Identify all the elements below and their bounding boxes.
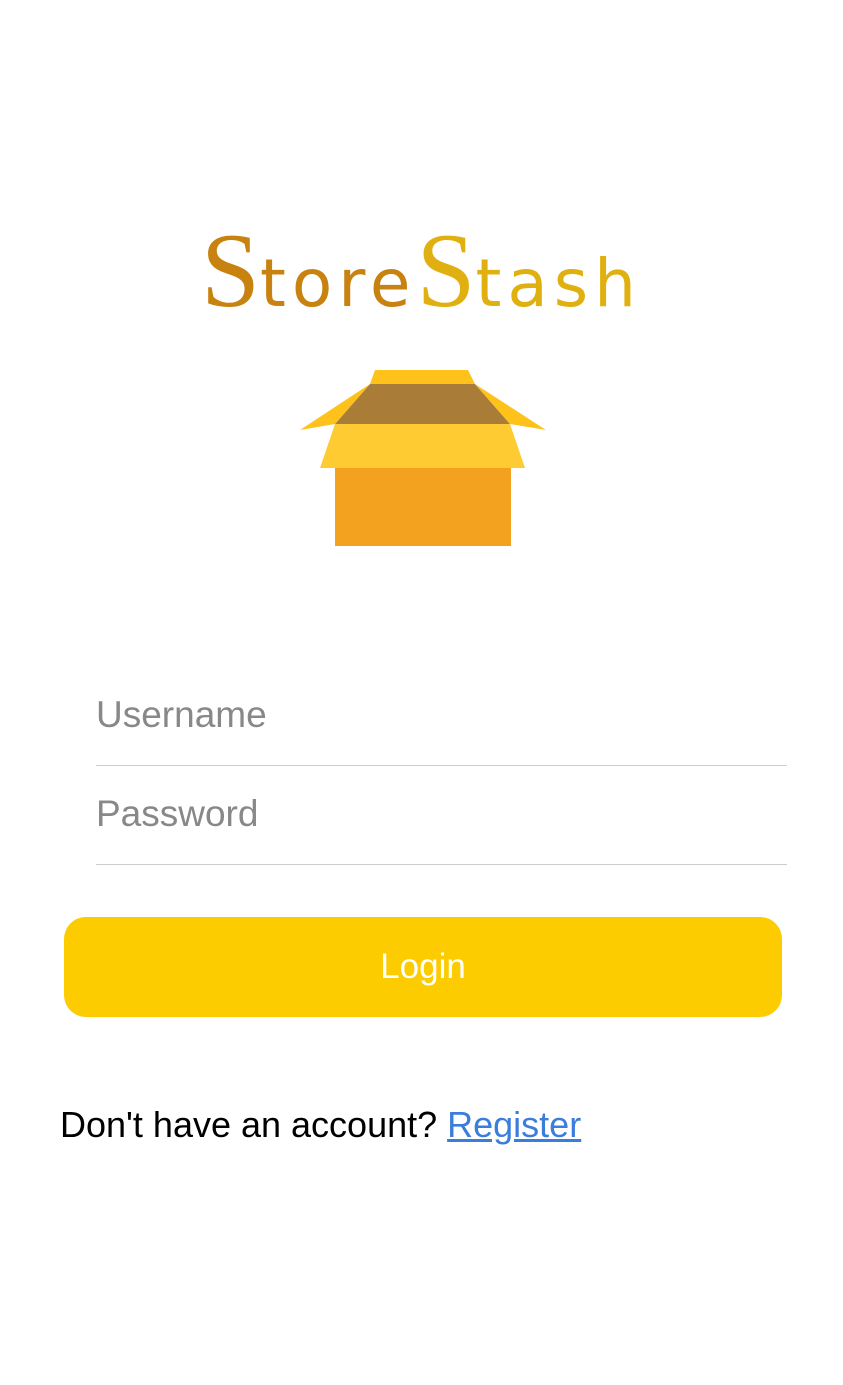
brand-word1-initial: S	[200, 212, 260, 329]
login-button[interactable]: Login	[64, 917, 782, 1017]
open-box-icon	[300, 370, 546, 546]
username-input[interactable]	[96, 667, 787, 763]
register-link[interactable]: Register	[447, 1104, 581, 1145]
brand-logo: StoreStash	[0, 218, 843, 324]
password-field[interactable]	[96, 766, 787, 865]
brand-word1-rest: tore	[259, 245, 417, 322]
brand-word2-rest: tash	[475, 245, 642, 322]
password-input[interactable]	[96, 766, 787, 862]
register-prompt-text: Don't have an account?	[60, 1104, 448, 1145]
brand-word2-initial: S	[416, 212, 476, 329]
register-prompt: Don't have an account? Register	[60, 1104, 581, 1146]
username-field[interactable]	[96, 667, 787, 766]
